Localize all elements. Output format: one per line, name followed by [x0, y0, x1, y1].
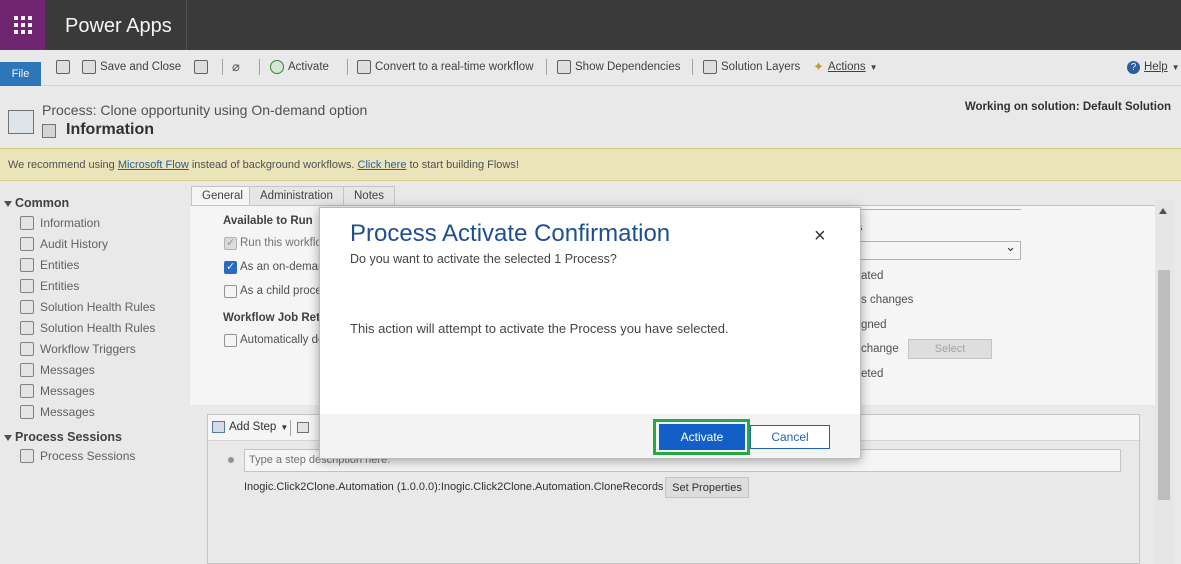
dialog-message: This action will attempt to activate the… — [350, 321, 729, 336]
dialog-subtitle: Do you want to activate the selected 1 P… — [350, 252, 617, 266]
dialog-title: Process Activate Confirmation — [350, 220, 671, 247]
cancel-button[interactable]: Cancel — [750, 425, 830, 449]
activate-confirmation-dialog: Process Activate Confirmation × Do you w… — [319, 207, 861, 459]
activate-button[interactable]: Activate — [659, 424, 745, 450]
close-icon[interactable]: × — [814, 226, 826, 246]
